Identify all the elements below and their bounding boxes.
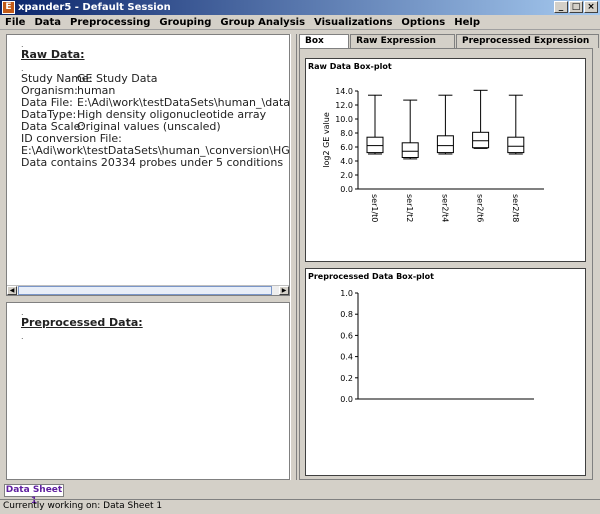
menu-bar: File Data Preprocessing Grouping Group A… [0,15,600,30]
y-tick-label: 6.0 [340,143,353,152]
view-tabs: Box Plots Raw Expression Matrix Preproce… [299,34,600,58]
tab-data-sheet-1[interactable]: Data Sheet 1 [4,484,64,506]
box-iqr [436,135,454,154]
menu-options[interactable]: Options [396,17,449,28]
window-title: xpander5 - Default Session [18,2,171,13]
menu-help[interactable]: Help [449,17,484,28]
x-tick-label: ser2/t4 [440,194,449,222]
preprocessed-data-text: . Preprocessed Data: . [21,309,143,341]
status-bar: Currently working on: Data Sheet 1 [0,499,600,514]
tab-box-plots[interactable]: Box Plots [299,34,350,58]
scroll-thumb[interactable] [18,286,272,295]
x-tick-label: ser1/t2 [405,194,414,222]
scroll-left-icon[interactable]: ◀ [7,286,17,295]
y-tick-label: 14.0 [335,87,353,96]
x-tick-label: ser1/t0 [370,194,379,222]
box-iqr [401,142,419,159]
menu-grouping[interactable]: Grouping [154,17,215,28]
separator-dot: . [21,332,24,341]
title-bar: E xpander5 - Default Session _ □ × [0,0,600,15]
raw-data-text: . Raw Data: . Study Name:GE Study Data O… [21,41,289,169]
preprocessed-boxplot-panel: Preprocessed Data Box-plot 0.0 0.2 0.4 0.6 0… [305,268,586,476]
y-tick-label: 0.6 [340,331,353,340]
menu-file[interactable]: File [0,17,29,28]
y-tick-label: 1.0 [340,289,353,298]
box-iqr [366,136,384,154]
x-tick-label: ser2/t6 [476,194,485,222]
menu-group-analysis[interactable]: Group Analysis [215,17,309,28]
raw-data-heading: Raw Data: [21,48,85,61]
tab-preprocessed-expression-matrix[interactable]: Preprocessed Expression Matrix [455,34,599,58]
menu-preprocessing[interactable]: Preprocessing [65,17,154,28]
app-icon: E [2,1,15,14]
window-controls: _ □ × [554,1,598,13]
y-tick-label: 0.4 [340,353,353,362]
preprocessed-data-pane: . Preprocessed Data: . [6,302,290,480]
box-iqr [472,131,490,149]
maximize-button[interactable]: □ [569,1,583,13]
box-iqr [507,136,525,154]
y-tick-label: 0.2 [340,374,353,383]
x-tick-label: ser2/t8 [511,194,520,222]
tab-raw-expression-matrix[interactable]: Raw Expression Matrix [350,34,455,58]
y-tick-label: 0.8 [340,310,353,319]
raw-boxplot-panel: Raw Data Box-plot 0.0 2.0 4.0 6.0 8.0 10.0 12.… [305,58,586,262]
y-axis-label: log2 GE value [322,112,331,168]
raw-data-pane: . Raw Data: . Study Name:GE Study Data O… [6,34,290,296]
minimize-button[interactable]: _ [554,1,568,13]
y-tick-label: 0.0 [340,185,353,194]
scroll-right-icon[interactable]: ▶ [279,286,289,295]
y-tick-label: 4.0 [340,157,353,166]
tab-content: Raw Data Box-plot 0.0 2.0 4.0 6.0 8.0 10.0 12.… [299,48,593,480]
data-summary: Data contains 20334 probes under 5 condi… [21,156,284,169]
preprocessed-boxplot-chart: 0.0 0.2 0.4 0.6 0.8 1.0 [340,289,534,404]
y-tick-label: 8.0 [340,129,353,138]
raw-boxplot-chart: 0.0 2.0 4.0 6.0 8.0 10.0 12.0 14.0 log2 GE value… [322,87,544,222]
menu-visualizations[interactable]: Visualizations [309,17,396,28]
y-tick-label: 10.0 [335,115,353,124]
close-button[interactable]: × [584,1,598,13]
y-tick-label: 12.0 [335,101,353,110]
y-tick-label: 0.0 [340,395,353,404]
horizontal-scrollbar[interactable]: ◀ ▶ [7,285,289,295]
vertical-splitter[interactable] [290,34,297,480]
preprocessed-data-heading: Preprocessed Data: [21,316,143,329]
menu-data[interactable]: Data [29,17,65,28]
y-tick-label: 2.0 [340,171,353,180]
